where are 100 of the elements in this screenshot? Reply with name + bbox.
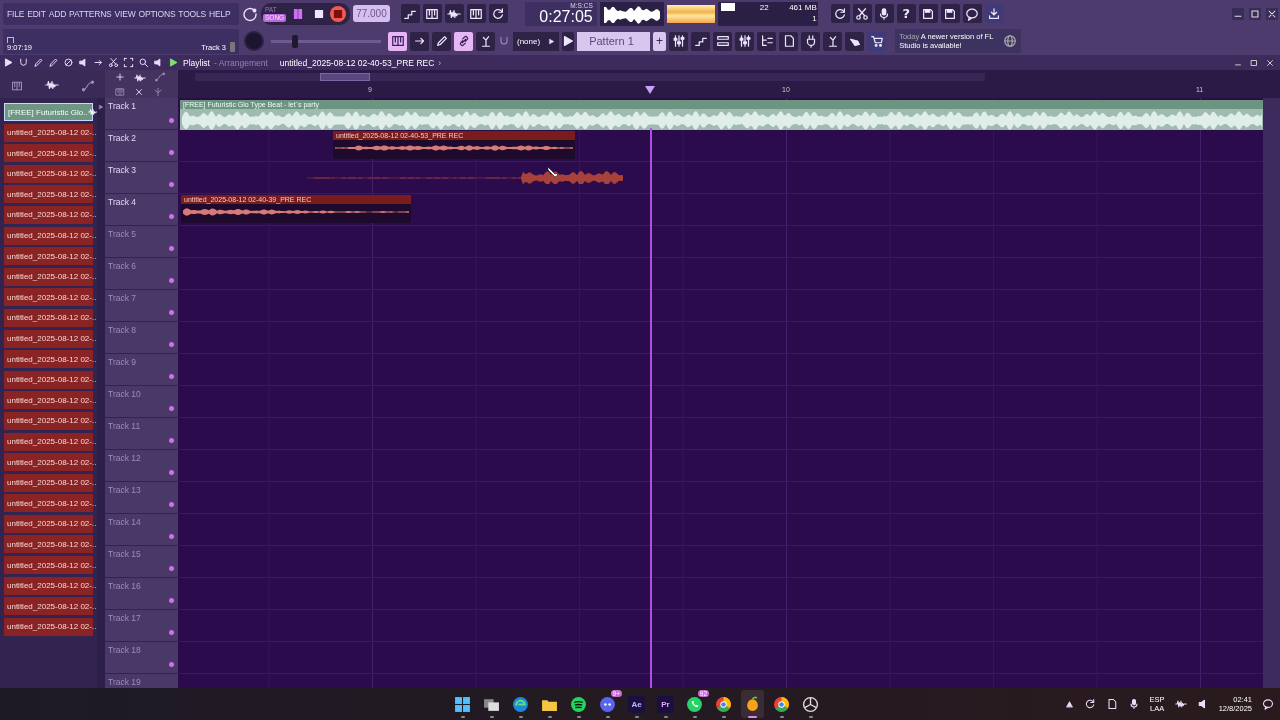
maximize-icon[interactable] bbox=[1249, 57, 1259, 68]
keyboard-button[interactable] bbox=[466, 4, 486, 23]
slip-icon[interactable] bbox=[93, 57, 104, 68]
snap-dropdown[interactable]: (none) bbox=[513, 31, 560, 51]
track-select-dot[interactable] bbox=[169, 598, 174, 603]
track-header[interactable]: Track 1 bbox=[105, 98, 178, 130]
track-select-dot[interactable] bbox=[169, 566, 174, 571]
speaker-icon[interactable] bbox=[153, 57, 164, 68]
slice-icon[interactable] bbox=[108, 57, 119, 68]
track-select-dot[interactable] bbox=[169, 502, 174, 507]
clip-name[interactable]: untitled_2025-08-12 02-40-53_PRE REC bbox=[279, 57, 435, 68]
browser-tree-button[interactable] bbox=[757, 31, 777, 51]
track-select-dot[interactable] bbox=[169, 342, 174, 347]
track-select-dot[interactable] bbox=[169, 374, 174, 379]
plus-icon[interactable] bbox=[115, 71, 125, 82]
play-icon[interactable] bbox=[168, 57, 179, 68]
scissors-button[interactable] bbox=[852, 4, 872, 23]
plug-button[interactable] bbox=[801, 31, 821, 51]
close-icon[interactable] bbox=[1265, 57, 1275, 68]
pencil-icon[interactable] bbox=[33, 57, 44, 68]
track-header[interactable]: Track 5 bbox=[105, 226, 178, 258]
microphone-icon[interactable] bbox=[1127, 698, 1140, 710]
close-icon[interactable] bbox=[1266, 7, 1278, 20]
pattern-selector[interactable]: Pattern 1 bbox=[577, 31, 651, 51]
track-header[interactable]: Track 17 bbox=[105, 610, 178, 642]
track-header[interactable]: Track 14 bbox=[105, 514, 178, 546]
track-header[interactable]: Track 19 bbox=[105, 674, 178, 688]
track-header[interactable]: Track 6 bbox=[105, 258, 178, 290]
track-header[interactable]: Track 12 bbox=[105, 450, 178, 482]
menu-item[interactable]: OPTIONS bbox=[138, 8, 176, 19]
close-icon[interactable] bbox=[134, 86, 144, 97]
track-select-dot[interactable] bbox=[169, 630, 174, 635]
delete-icon[interactable] bbox=[63, 57, 74, 68]
track-header[interactable]: Track 2 bbox=[105, 130, 178, 162]
undo-button[interactable] bbox=[830, 4, 850, 23]
equalizer-button[interactable] bbox=[735, 31, 755, 51]
track-header[interactable]: Track 16 bbox=[105, 578, 178, 610]
cart-button[interactable] bbox=[867, 31, 887, 51]
piano-roll-icon[interactable] bbox=[11, 80, 24, 92]
menu-item[interactable]: ADD bbox=[48, 8, 67, 19]
automation-icon[interactable] bbox=[81, 80, 94, 92]
track-header[interactable]: Track 18 bbox=[105, 642, 178, 674]
track-select-dot[interactable] bbox=[169, 246, 174, 251]
microphone-button[interactable] bbox=[874, 4, 894, 23]
audio-icon[interactable] bbox=[45, 78, 60, 92]
help-button[interactable]: ? bbox=[896, 4, 916, 23]
mute-icon[interactable] bbox=[78, 57, 89, 68]
merge-icon[interactable] bbox=[153, 86, 163, 97]
menu-item[interactable]: EDIT bbox=[27, 8, 46, 19]
select-icon[interactable] bbox=[123, 57, 134, 68]
track-select-dot[interactable] bbox=[169, 182, 174, 187]
caret-icon[interactable] bbox=[548, 37, 556, 45]
chat-button[interactable] bbox=[962, 4, 982, 23]
scroll-arrow-icon[interactable] bbox=[98, 104, 104, 110]
track-select-dot[interactable] bbox=[169, 406, 174, 411]
arrow-right-button[interactable] bbox=[410, 31, 429, 51]
track-select-dot[interactable] bbox=[169, 150, 174, 155]
track-header[interactable]: Track 4 bbox=[105, 194, 178, 226]
sync-icon[interactable] bbox=[1083, 698, 1096, 710]
track-header[interactable]: Track 9 bbox=[105, 354, 178, 386]
track-header[interactable]: Track 11 bbox=[105, 418, 178, 450]
taskbar-app[interactable] bbox=[741, 690, 764, 718]
automation-icon[interactable] bbox=[155, 71, 165, 82]
track-header[interactable]: Track 15 bbox=[105, 546, 178, 578]
overview-scrollbar[interactable] bbox=[195, 73, 985, 81]
download-button[interactable] bbox=[984, 4, 1004, 23]
taskbar-app[interactable]: Ae bbox=[625, 690, 648, 718]
tempo-field[interactable]: 77.000 bbox=[353, 5, 390, 22]
taskbar-app[interactable]: Pr bbox=[654, 690, 677, 718]
loop-button[interactable] bbox=[488, 4, 508, 23]
track-header[interactable]: Track 3 bbox=[105, 162, 178, 194]
slider-thumb[interactable] bbox=[291, 34, 298, 48]
notification-icon[interactable] bbox=[1262, 698, 1274, 710]
minimize-icon[interactable] bbox=[1233, 57, 1243, 68]
save-button[interactable] bbox=[918, 4, 938, 23]
record-button[interactable] bbox=[330, 5, 347, 22]
zoom-icon[interactable] bbox=[138, 57, 149, 68]
more-arrow[interactable]: › bbox=[438, 57, 442, 68]
list-button[interactable] bbox=[713, 31, 733, 51]
menu-item[interactable]: TOOLS bbox=[178, 8, 207, 19]
mixer-button[interactable] bbox=[669, 31, 689, 51]
magnet-icon[interactable] bbox=[498, 35, 510, 47]
scroll-thumb[interactable] bbox=[320, 73, 370, 81]
chevron-up-icon[interactable] bbox=[1064, 699, 1074, 709]
pattern-arrow-button[interactable] bbox=[562, 31, 575, 51]
track-header[interactable]: Track 8 bbox=[105, 322, 178, 354]
track-select-dot[interactable] bbox=[169, 278, 174, 283]
save-as-button[interactable] bbox=[940, 4, 960, 23]
document-button[interactable] bbox=[779, 31, 799, 51]
track-select-dot[interactable] bbox=[169, 214, 174, 219]
track-select-dot[interactable] bbox=[169, 438, 174, 443]
dial-icon[interactable] bbox=[242, 5, 258, 22]
track-select-dot[interactable] bbox=[169, 310, 174, 315]
link-button[interactable] bbox=[454, 31, 473, 51]
add-pattern-button[interactable]: + bbox=[653, 31, 667, 51]
maximize-icon[interactable] bbox=[1249, 7, 1261, 20]
menu-item[interactable]: HELP bbox=[209, 8, 231, 19]
playlist-view-button[interactable] bbox=[388, 31, 407, 51]
magnet-icon[interactable] bbox=[18, 57, 29, 68]
playhead-marker-icon[interactable] bbox=[645, 86, 655, 94]
